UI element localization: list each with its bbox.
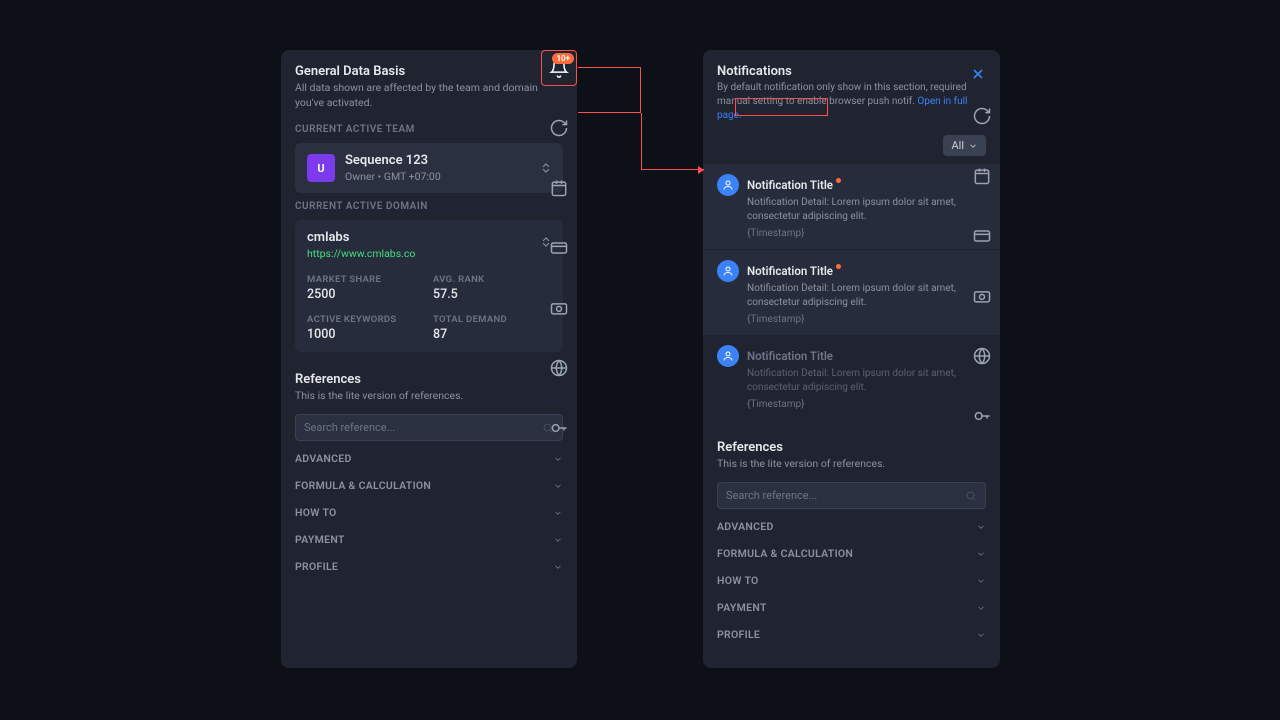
search-input[interactable]	[304, 421, 542, 434]
accordion-item[interactable]: PROFILE	[703, 621, 1000, 648]
nav-card[interactable]	[541, 230, 577, 266]
team-name: Sequence 123	[345, 153, 441, 168]
annotation-line	[641, 113, 704, 170]
stat-value: 57.5	[433, 287, 551, 302]
domain-label: CURRENT ACTIVE DOMAIN	[281, 197, 577, 216]
accordion-item[interactable]: HOW TO	[703, 567, 1000, 594]
nav-calendar[interactable]	[964, 158, 1000, 194]
notification-timestamp: {Timestamp}	[747, 399, 986, 410]
calendar-icon	[972, 166, 992, 186]
annotation-arrow	[698, 166, 704, 174]
notification-timestamp: {Timestamp}	[747, 228, 986, 239]
chevron-down-icon	[553, 454, 563, 464]
refresh-icon	[972, 106, 992, 126]
card-icon	[549, 238, 569, 258]
notification-badge: 10+	[552, 53, 574, 64]
references-subtitle: This is the lite version of references.	[703, 455, 1000, 478]
nav-calendar[interactable]	[541, 170, 577, 206]
key-icon	[549, 418, 569, 438]
accordion-item[interactable]: ADVANCED	[281, 445, 577, 472]
chevron-down-icon	[976, 576, 986, 586]
notification-title: Notification Title	[747, 264, 833, 278]
domain-name: cmlabs	[307, 230, 551, 245]
annotation-line	[578, 67, 641, 113]
notification-item[interactable]: Notification Title Notification Detail: L…	[703, 249, 1000, 335]
notification-detail: Notification Detail: Lorem ipsum dolor s…	[747, 196, 986, 224]
accordion-item[interactable]: PROFILE	[281, 553, 577, 580]
calendar-icon	[549, 178, 569, 198]
domain-card[interactable]: cmlabs https://www.cmlabs.co MARKET SHAR…	[295, 220, 563, 352]
annotation-highlight	[735, 98, 828, 116]
search-reference[interactable]	[717, 482, 986, 509]
globe-icon	[549, 358, 569, 378]
avatar	[717, 260, 739, 282]
notification-detail: Notification Detail: Lorem ipsum dolor s…	[747, 282, 986, 310]
nav-refresh[interactable]	[541, 110, 577, 146]
stat-label: TOTAL DEMAND	[433, 314, 551, 325]
chevron-down-icon	[553, 562, 563, 572]
team-card[interactable]: U Sequence 123 Owner • GMT +07:00	[295, 143, 563, 193]
card-icon	[972, 226, 992, 246]
search-reference[interactable]	[295, 414, 563, 441]
team-label: CURRENT ACTIVE TEAM	[281, 120, 577, 139]
nav-camera[interactable]	[541, 290, 577, 326]
accordion-item[interactable]: ADVANCED	[703, 513, 1000, 540]
notification-title: Notification Title	[747, 349, 833, 363]
references-subtitle: This is the lite version of references.	[281, 387, 577, 410]
chevron-down-icon	[976, 522, 986, 532]
search-icon	[965, 490, 977, 502]
nav-refresh[interactable]	[964, 98, 1000, 134]
notification-item[interactable]: Notification Title Notification Detail: L…	[703, 335, 1000, 420]
iconbar-right	[964, 50, 1000, 434]
stat-value: 87	[433, 327, 551, 342]
notification-title: Notification Title	[747, 178, 833, 192]
panel-title: General Data Basis	[281, 64, 577, 79]
nav-globe[interactable]	[541, 350, 577, 386]
iconbar-left: 10+	[541, 50, 577, 446]
accordion-item[interactable]: HOW TO	[281, 499, 577, 526]
nav-globe[interactable]	[964, 338, 1000, 374]
notification-timestamp: {Timestamp}	[747, 314, 986, 325]
chevron-down-icon	[976, 603, 986, 613]
accordion-item[interactable]: PAYMENT	[281, 526, 577, 553]
search-input[interactable]	[726, 489, 965, 502]
camera-icon	[972, 286, 992, 306]
general-data-panel: General Data Basis All data shown are af…	[281, 50, 577, 668]
nav-key[interactable]	[964, 398, 1000, 434]
notification-detail: Notification Detail: Lorem ipsum dolor s…	[747, 367, 986, 395]
stat-value: 1000	[307, 327, 425, 342]
nav-key[interactable]	[541, 410, 577, 446]
nav-camera[interactable]	[964, 278, 1000, 314]
stat-value: 2500	[307, 287, 425, 302]
chevron-down-icon	[976, 630, 986, 640]
team-logo: U	[307, 154, 335, 182]
panel-subtitle: All data shown are affected by the team …	[281, 79, 577, 120]
team-meta: Owner • GMT +07:00	[345, 170, 441, 183]
nav-card[interactable]	[964, 218, 1000, 254]
accordion-item[interactable]: FORMULA & CALCULATION	[703, 540, 1000, 567]
chevron-down-icon	[976, 549, 986, 559]
notifications-title: Notifications	[717, 64, 970, 79]
globe-icon	[972, 346, 992, 366]
chevron-down-icon	[553, 508, 563, 518]
avatar	[717, 174, 739, 196]
references-title: References	[281, 372, 577, 387]
notifications-panel: Notifications By default notification on…	[703, 50, 1000, 668]
chevron-down-icon	[553, 535, 563, 545]
key-icon	[972, 406, 992, 426]
stat-label: ACTIVE KEYWORDS	[307, 314, 425, 325]
refresh-icon	[549, 118, 569, 138]
notifications-button[interactable]: 10+	[541, 50, 577, 86]
notification-item[interactable]: Notification Title Notification Detail: L…	[703, 164, 1000, 249]
stat-label: AVG. RANK	[433, 274, 551, 285]
chevron-down-icon	[553, 481, 563, 491]
stat-label: MARKET SHARE	[307, 274, 425, 285]
camera-icon	[549, 298, 569, 318]
domain-url: https://www.cmlabs.co	[307, 247, 551, 260]
avatar	[717, 345, 739, 367]
accordion-item[interactable]: PAYMENT	[703, 594, 1000, 621]
references-title: References	[703, 440, 1000, 455]
accordion-item[interactable]: FORMULA & CALCULATION	[281, 472, 577, 499]
